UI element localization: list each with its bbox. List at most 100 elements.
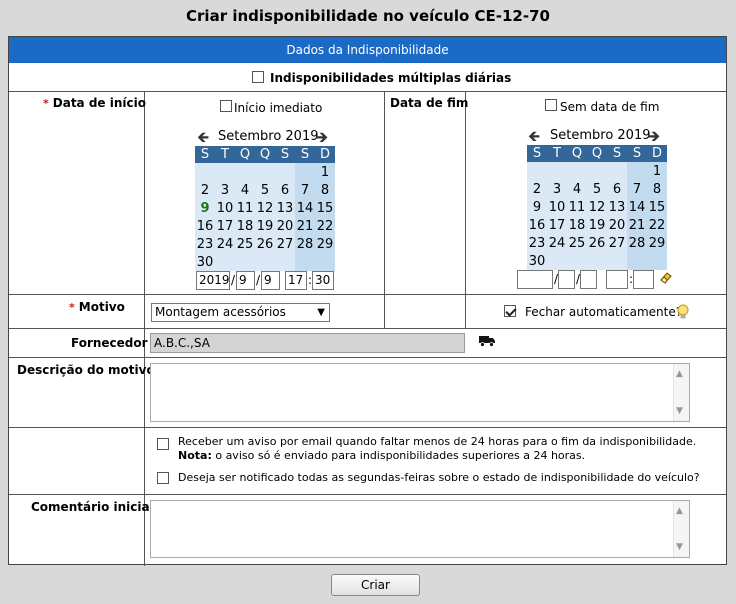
start-minute-input[interactable]: 30: [312, 271, 334, 290]
start-day[interactable]: 19: [255, 217, 275, 235]
start-day[interactable]: 25: [235, 235, 255, 253]
start-day[interactable]: 30: [195, 253, 215, 271]
end-day[interactable]: 4: [567, 180, 587, 198]
immediate-start-checkbox[interactable]: [220, 100, 232, 112]
start-empty-cell: [315, 253, 335, 271]
eraser-icon[interactable]: [659, 270, 673, 284]
start-day[interactable]: 22: [315, 217, 335, 235]
end-day[interactable]: 5: [587, 180, 607, 198]
end-day[interactable]: 7: [627, 180, 647, 198]
end-day[interactable]: 17: [547, 216, 567, 234]
end-day[interactable]: 11: [567, 198, 587, 216]
email-alert-text: Receber um aviso por email quando faltar…: [178, 435, 697, 462]
start-day[interactable]: 12: [255, 199, 275, 217]
end-day[interactable]: 20: [607, 216, 627, 234]
end-day[interactable]: 3: [547, 180, 567, 198]
start-weekday: S: [275, 146, 295, 163]
start-empty-cell: [235, 253, 255, 271]
start-day[interactable]: 5: [255, 181, 275, 199]
end-day[interactable]: 2: [527, 180, 547, 198]
end-day[interactable]: 30: [527, 252, 547, 270]
start-day[interactable]: 18: [235, 217, 255, 235]
start-day[interactable]: 29: [315, 235, 335, 253]
reason-select[interactable]: Montagem acessórios ▼: [151, 303, 330, 322]
end-day[interactable]: 9: [527, 198, 547, 216]
end-day[interactable]: 15: [647, 198, 667, 216]
start-day[interactable]: 8: [315, 181, 335, 199]
end-empty-cell: [567, 162, 587, 180]
start-day[interactable]: 20: [275, 217, 295, 235]
end-year-input[interactable]: [517, 270, 553, 289]
start-day[interactable]: 13: [275, 199, 295, 217]
start-day[interactable]: 9: [195, 199, 215, 217]
weekly-notify-checkbox[interactable]: [157, 472, 169, 484]
start-next-month-icon[interactable]: 🡺: [316, 129, 328, 145]
start-day[interactable]: 26: [255, 235, 275, 253]
start-day[interactable]: 6: [275, 181, 295, 199]
start-day[interactable]: 1: [315, 163, 335, 181]
lightbulb-icon[interactable]: [676, 304, 690, 320]
end-day[interactable]: 6: [607, 180, 627, 198]
description-textarea[interactable]: ▲ ▼: [150, 363, 690, 422]
start-month-input[interactable]: 9: [236, 271, 255, 290]
end-day[interactable]: 26: [587, 234, 607, 252]
end-day[interactable]: 23: [527, 234, 547, 252]
start-day[interactable]: 23: [195, 235, 215, 253]
end-day[interactable]: 16: [527, 216, 547, 234]
start-day[interactable]: 21: [295, 217, 315, 235]
end-day[interactable]: 12: [587, 198, 607, 216]
end-next-month-icon[interactable]: 🡺: [648, 128, 660, 144]
start-day-input[interactable]: 9: [261, 271, 280, 290]
create-button[interactable]: Criar: [331, 574, 420, 596]
start-day[interactable]: 28: [295, 235, 315, 253]
start-day[interactable]: 7: [295, 181, 315, 199]
end-day[interactable]: 14: [627, 198, 647, 216]
end-day[interactable]: 8: [647, 180, 667, 198]
multi-daily-checkbox[interactable]: [252, 71, 264, 83]
comment-scrollbar[interactable]: ▲ ▼: [673, 501, 689, 557]
start-empty-cell: [275, 253, 295, 271]
end-day[interactable]: 22: [647, 216, 667, 234]
no-end-date-checkbox[interactable]: [545, 99, 557, 111]
end-day[interactable]: 19: [587, 216, 607, 234]
start-day[interactable]: 10: [215, 199, 235, 217]
start-day[interactable]: 24: [215, 235, 235, 253]
start-year-input[interactable]: 2019: [196, 271, 230, 290]
end-day[interactable]: 25: [567, 234, 587, 252]
start-day[interactable]: 3: [215, 181, 235, 199]
description-scrollbar[interactable]: ▲ ▼: [673, 364, 689, 421]
end-month-input[interactable]: [558, 270, 575, 289]
end-day[interactable]: 1: [647, 162, 667, 180]
start-hour-input[interactable]: 17: [285, 271, 307, 290]
start-prev-month-icon[interactable]: 🡸: [197, 129, 209, 145]
start-day[interactable]: 16: [195, 217, 215, 235]
end-day[interactable]: 13: [607, 198, 627, 216]
end-minute-input[interactable]: [633, 270, 654, 289]
start-month-label: Setembro 2019: [218, 129, 319, 144]
auto-close-checkbox[interactable]: [504, 305, 516, 317]
end-weekday: Q: [567, 145, 587, 162]
end-day[interactable]: 28: [627, 234, 647, 252]
start-day[interactable]: 14: [295, 199, 315, 217]
start-day[interactable]: 4: [235, 181, 255, 199]
truck-icon[interactable]: [479, 335, 495, 347]
end-day[interactable]: 27: [607, 234, 627, 252]
start-weekday: T: [215, 146, 235, 163]
start-day[interactable]: 15: [315, 199, 335, 217]
start-day[interactable]: 17: [215, 217, 235, 235]
end-day[interactable]: 29: [647, 234, 667, 252]
start-day[interactable]: 2: [195, 181, 215, 199]
end-day-input[interactable]: [580, 270, 597, 289]
end-day[interactable]: 18: [567, 216, 587, 234]
end-weekday: S: [607, 145, 627, 162]
start-day[interactable]: 11: [235, 199, 255, 217]
end-day[interactable]: 24: [547, 234, 567, 252]
end-hour-input[interactable]: [606, 270, 628, 289]
end-day[interactable]: 21: [627, 216, 647, 234]
end-prev-month-icon[interactable]: 🡸: [528, 128, 540, 144]
comment-textarea[interactable]: ▲ ▼: [150, 500, 690, 558]
start-day[interactable]: 27: [275, 235, 295, 253]
end-day[interactable]: 10: [547, 198, 567, 216]
unavailability-form: Dados da Indisponibilidade Indisponibili…: [8, 36, 727, 566]
email-alert-checkbox[interactable]: [157, 438, 169, 450]
